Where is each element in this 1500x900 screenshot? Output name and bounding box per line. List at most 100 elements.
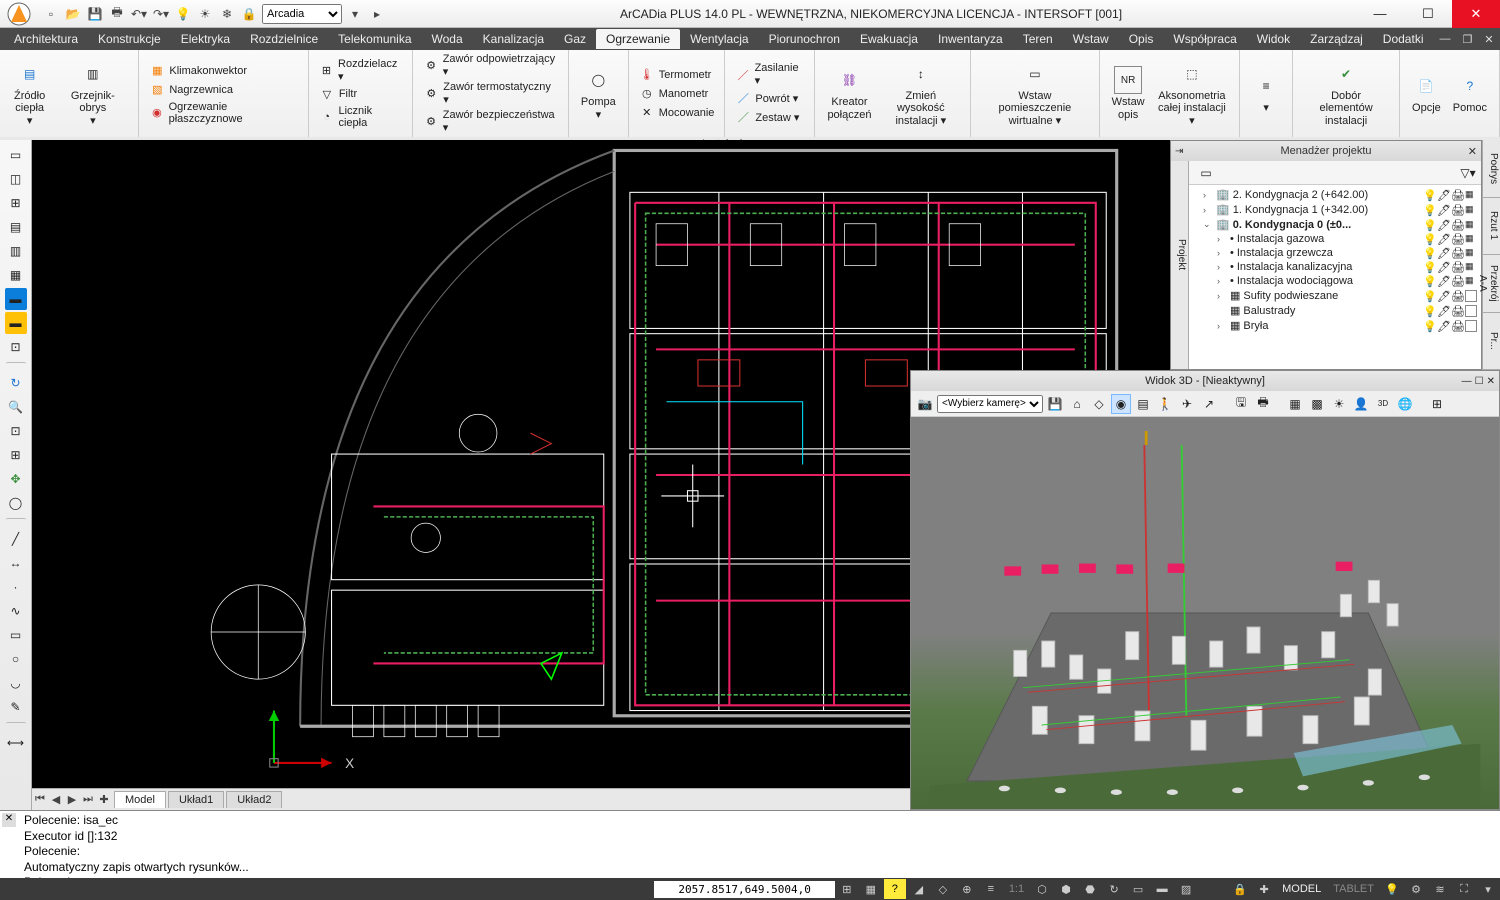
- v3d-measure-icon[interactable]: ↗: [1199, 394, 1219, 414]
- tab-uklad2[interactable]: Układ2: [226, 791, 282, 808]
- lt-layout2[interactable]: ◫: [5, 168, 27, 190]
- pm-tree-node[interactable]: ›▦Bryła💡🖊🖨: [1189, 318, 1481, 333]
- ribbon-termometr[interactable]: 🌡Termometr: [635, 66, 719, 84]
- lt-line-icon[interactable]: ╱: [5, 528, 27, 550]
- pm-filter-icon[interactable]: ▽▾: [1459, 164, 1477, 182]
- menu-widok[interactable]: Widok: [1247, 29, 1300, 49]
- lt-yellow-icon[interactable]: ▬: [5, 312, 27, 334]
- lt-arc-icon[interactable]: ◡: [5, 672, 27, 694]
- sb-snap-icon[interactable]: ⊞: [836, 879, 858, 899]
- sb-polar-icon[interactable]: ◢: [908, 879, 930, 899]
- menu-elektryka[interactable]: Elektryka: [171, 29, 240, 49]
- sb-iso2-icon[interactable]: ⬢: [1055, 879, 1077, 899]
- sb-iso-icon[interactable]: ⬡: [1031, 879, 1053, 899]
- ribbon-aksonometria[interactable]: ⬚Aksonometria całej instalacji ▾: [1151, 60, 1234, 126]
- menu-wstaw[interactable]: Wstaw: [1063, 29, 1119, 49]
- ribbon-zestaw[interactable]: ／Zestaw ▾: [731, 108, 808, 126]
- v3d-camera-select[interactable]: <Wybierz kamerę>: [937, 395, 1043, 413]
- menu-gaz[interactable]: Gaz: [554, 29, 596, 49]
- sb-ann-icon[interactable]: ▭: [1127, 879, 1149, 899]
- v3d-home-icon[interactable]: ⌂: [1067, 394, 1087, 414]
- sb-grid-icon[interactable]: ▦: [860, 879, 882, 899]
- mdi-close[interactable]: ✕: [1478, 33, 1499, 46]
- tab-first[interactable]: ⏮: [32, 793, 48, 806]
- menu-wspolpraca[interactable]: Współpraca: [1163, 29, 1246, 49]
- sb-dyn-icon[interactable]: ▬: [1151, 879, 1173, 899]
- qat-save-icon[interactable]: 💾: [86, 5, 104, 23]
- qat-undo-icon[interactable]: ↶▾: [130, 5, 148, 23]
- v3d-globe-icon[interactable]: 🌐: [1395, 394, 1415, 414]
- ribbon-kreator-polaczen[interactable]: ⛓Kreator połączeń: [821, 66, 877, 120]
- v3d-save2-icon[interactable]: 🖫: [1231, 394, 1251, 414]
- lt-pan-icon[interactable]: ✥: [5, 468, 27, 490]
- sb-plus-icon[interactable]: ✚: [1253, 879, 1275, 899]
- ribbon-ogrzewanie-plaszczyznowe[interactable]: ◉Ogrzewanie płaszczyznowe: [145, 100, 301, 126]
- v3d-sun-icon[interactable]: ☀: [1329, 394, 1349, 414]
- qat-open-icon[interactable]: 📂: [64, 5, 82, 23]
- close-button[interactable]: ✕: [1452, 0, 1500, 28]
- menu-telekomunikacja[interactable]: Telekomunika: [328, 29, 421, 49]
- sb-layers-icon[interactable]: ≋: [1429, 879, 1451, 899]
- lt-circle-icon[interactable]: ○: [5, 648, 27, 670]
- lt-layout4[interactable]: ▤: [5, 216, 27, 238]
- menu-opis[interactable]: Opis: [1119, 29, 1164, 49]
- side-tab-more[interactable]: Pr...: [1483, 313, 1500, 371]
- pm-tree-node[interactable]: ›•Instalacja gazowa💡🖊🖨▦: [1189, 232, 1481, 246]
- qat-lock-icon[interactable]: 🔒: [240, 5, 258, 23]
- lt-layout1[interactable]: ▭: [5, 144, 27, 166]
- ribbon-licznik-ciepla[interactable]: ◔Licznik ciepła: [315, 104, 407, 130]
- lt-blue-icon[interactable]: ▬: [5, 288, 27, 310]
- ribbon-powrot[interactable]: ／Powrót ▾: [731, 89, 808, 107]
- tab-last[interactable]: ⏭: [80, 793, 96, 806]
- lt-orbit-icon[interactable]: ◯: [5, 492, 27, 514]
- v3d-cube-icon[interactable]: ◇: [1089, 394, 1109, 414]
- lt-grid-icon[interactable]: ⊡: [5, 336, 27, 358]
- lt-rect-icon[interactable]: ▭: [5, 624, 27, 646]
- ribbon-pomoc[interactable]: ?Pomoc: [1447, 72, 1493, 114]
- tab-model[interactable]: Model: [114, 791, 166, 808]
- sb-lwt-icon[interactable]: ≡: [980, 879, 1002, 899]
- v3d-style1-icon[interactable]: ▦: [1285, 394, 1305, 414]
- menu-teren[interactable]: Teren: [1013, 29, 1063, 49]
- ribbon-nagrzewnica[interactable]: ▧Nagrzewnica: [145, 81, 301, 99]
- menu-ewakuacja[interactable]: Ewakuacja: [850, 29, 928, 49]
- lt-point-icon[interactable]: ·: [5, 576, 27, 598]
- view3d-header[interactable]: Widok 3D - [Nieaktywny] —☐✕: [911, 371, 1499, 391]
- sb-lock-icon[interactable]: 🔒: [1229, 879, 1251, 899]
- ribbon-dobor-elementow[interactable]: ✔Dobór elementów instalacji: [1299, 60, 1393, 126]
- sb-tablet[interactable]: TABLET: [1327, 883, 1380, 895]
- ribbon-wstaw-pomieszczenie[interactable]: ▭Wstaw pomieszczenie wirtualne ▾: [977, 60, 1092, 126]
- lt-layout5[interactable]: ▥: [5, 240, 27, 262]
- view3d-min[interactable]: —: [1462, 376, 1472, 387]
- menu-architektura[interactable]: Architektura: [4, 29, 88, 49]
- menu-wentylacja[interactable]: Wentylacja: [680, 29, 758, 49]
- lt-zoom-extents-icon[interactable]: ⊞: [5, 444, 27, 466]
- maximize-button[interactable]: ☐: [1404, 0, 1452, 28]
- lt-zoom-window-icon[interactable]: ⊡: [5, 420, 27, 442]
- ribbon-mocowanie[interactable]: ✕Mocowanie: [635, 104, 719, 122]
- sb-cycle-icon[interactable]: ↻: [1103, 879, 1125, 899]
- ribbon-manometr[interactable]: ◷Manometr: [635, 85, 719, 103]
- mdi-restore[interactable]: ❐: [1456, 33, 1478, 46]
- tab-next[interactable]: ▶: [64, 793, 80, 806]
- v3d-fly-icon[interactable]: ✈: [1177, 394, 1197, 414]
- sb-iso3-icon[interactable]: ⬣: [1079, 879, 1101, 899]
- cmd-close-icon[interactable]: ✕: [2, 813, 16, 827]
- sb-osnap-icon[interactable]: ◇: [932, 879, 954, 899]
- pm-tree-node[interactable]: ›•Instalacja grzewcza💡🖊🖨▦: [1189, 246, 1481, 260]
- ribbon-wstaw-opis[interactable]: NRWstaw opis: [1106, 66, 1151, 120]
- v3d-person-icon[interactable]: 👤: [1351, 394, 1371, 414]
- command-line[interactable]: ✕ Polecenie: isa_ec Executor id []:132 P…: [0, 810, 1500, 878]
- qat-snow-icon[interactable]: ❄: [218, 5, 236, 23]
- pm-tree[interactable]: ›🏢2. Kondygnacja 2 (+642.00)💡🖊🖨▦›🏢1. Kon…: [1189, 185, 1481, 369]
- menu-rozdzielnice[interactable]: Rozdzielnice: [240, 29, 328, 49]
- pm-close-icon[interactable]: ✕: [1468, 145, 1477, 158]
- menu-inwentaryzacja[interactable]: Inwentaryza: [928, 29, 1013, 49]
- v3d-3d-icon[interactable]: 3D: [1373, 394, 1393, 414]
- lt-polyline-icon[interactable]: ∿: [5, 600, 27, 622]
- sb-hatch-icon[interactable]: ▨: [1175, 879, 1197, 899]
- pm-tree-node[interactable]: ›•Instalacja kanalizacyjna💡🖊🖨▦: [1189, 260, 1481, 274]
- ribbon-grzejnik-obrys[interactable]: ▥Grzejnik-obrys ▾: [53, 60, 132, 126]
- minimize-button[interactable]: —: [1356, 0, 1404, 28]
- sb-bulb-icon[interactable]: 💡: [1381, 879, 1403, 899]
